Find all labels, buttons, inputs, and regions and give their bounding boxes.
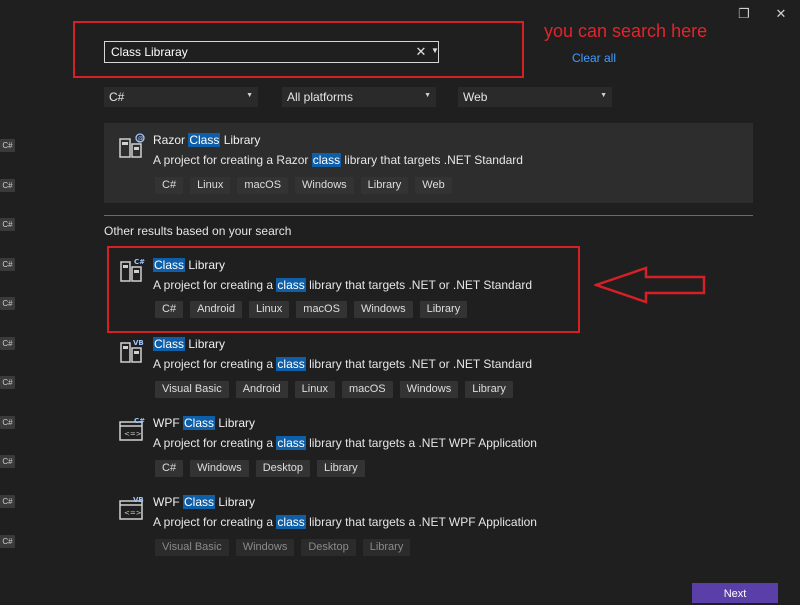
language-tag: C# xyxy=(0,337,15,350)
wpf-library-csharp-icon: <=> C# xyxy=(118,416,146,444)
search-input[interactable] xyxy=(111,44,411,60)
template-description: A project for creating a class library t… xyxy=(153,436,537,450)
svg-text:VB: VB xyxy=(133,339,144,347)
close-icon[interactable]: ✕ xyxy=(773,6,789,22)
restore-icon[interactable]: ❐ xyxy=(736,6,752,22)
tag: Windows xyxy=(399,381,459,398)
language-tag: C# xyxy=(0,455,15,468)
tag: Linux xyxy=(294,381,335,398)
platform-filter[interactable]: All platforms ▼ xyxy=(282,87,436,107)
class-library-vb-icon: VB xyxy=(118,337,146,365)
language-tag: C# xyxy=(0,258,15,271)
template-title: WPF Class Library xyxy=(153,495,256,509)
template-tags: Visual Basic Android Linux macOS Windows Libr… xyxy=(155,381,520,399)
template-description: A project for creating a class library t… xyxy=(153,357,533,371)
razor-library-icon: @ xyxy=(118,133,146,161)
language-tag: C# xyxy=(0,179,15,192)
svg-text:<=>: <=> xyxy=(124,509,142,517)
class-library-highlight-box xyxy=(107,246,580,333)
tag: Library xyxy=(317,460,365,477)
section-divider xyxy=(104,215,753,216)
annotation-search-hint: you can search here xyxy=(544,21,708,41)
tag: macOS xyxy=(341,381,393,398)
language-tag: C# xyxy=(0,297,15,310)
clear-search-icon[interactable]: ✕ xyxy=(414,45,428,59)
tag: Android xyxy=(235,381,288,398)
language-filter[interactable]: C# ▼ xyxy=(104,87,258,107)
tag: Desktop xyxy=(255,460,311,477)
template-wpf-class-library-csharp[interactable]: <=> C# WPF Class Library A project for c… xyxy=(104,412,753,482)
template-title: Razor Class Library xyxy=(153,133,261,147)
svg-text:C#: C# xyxy=(134,417,145,425)
language-tag: C# xyxy=(0,495,15,508)
svg-text:VB: VB xyxy=(133,496,144,504)
tag: Visual Basic xyxy=(155,539,229,556)
chevron-down-icon: ▼ xyxy=(246,92,253,99)
template-title: Class Library xyxy=(153,337,226,351)
chevron-down-icon: ▼ xyxy=(600,92,607,99)
template-razor-class-library[interactable]: @ Razor Class Library A project for crea… xyxy=(104,123,753,203)
wpf-library-vb-icon: <=> VB xyxy=(118,495,146,523)
tag: Visual Basic xyxy=(155,381,229,398)
svg-text:@: @ xyxy=(138,135,144,142)
template-tags: Visual Basic Windows Desktop Library xyxy=(155,539,417,557)
search-field[interactable]: ✕ ▼ xyxy=(104,41,439,63)
template-wpf-class-library-vb[interactable]: <=> VB WPF Class Library A project for c… xyxy=(104,491,753,561)
template-title: WPF Class Library xyxy=(153,416,256,430)
clear-all-link[interactable]: Clear all xyxy=(572,51,616,65)
tag: Library xyxy=(362,539,411,556)
tag: macOS xyxy=(237,177,289,194)
template-tags: C# Windows Desktop Library xyxy=(155,460,372,478)
tag: Windows xyxy=(190,460,249,477)
language-tag: C# xyxy=(0,376,15,389)
platform-filter-value: All platforms xyxy=(287,90,354,104)
tag: Library xyxy=(465,381,513,398)
tag: Desktop xyxy=(301,539,356,556)
language-tag: C# xyxy=(0,139,15,152)
tag: C# xyxy=(155,177,184,194)
language-tag: C# xyxy=(0,218,15,231)
tag: Windows xyxy=(235,539,295,556)
chevron-down-icon[interactable]: ▼ xyxy=(431,46,439,55)
project-type-filter[interactable]: Web ▼ xyxy=(458,87,612,107)
tag: Linux xyxy=(190,177,231,194)
language-tag: C# xyxy=(0,416,15,429)
template-class-library-vb[interactable]: VB Class Library A project for creating … xyxy=(104,333,753,403)
red-arrow xyxy=(594,266,708,304)
template-description: A project for creating a class library t… xyxy=(153,515,537,529)
svg-text:<=>: <=> xyxy=(124,430,142,438)
language-filter-value: C# xyxy=(109,90,125,104)
chevron-down-icon: ▼ xyxy=(424,92,431,99)
template-description: A project for creating a Razor class lib… xyxy=(153,153,523,167)
section-label: Other results based on your search xyxy=(104,224,292,238)
project-type-filter-value: Web xyxy=(463,90,488,104)
tag: C# xyxy=(155,460,184,477)
next-button[interactable]: Next xyxy=(692,583,778,603)
language-tag: C# xyxy=(0,535,15,548)
tag: Web xyxy=(415,177,452,194)
tag: Windows xyxy=(295,177,354,194)
template-tags: C# Linux macOS Windows Library Web xyxy=(155,177,459,195)
tag: Library xyxy=(360,177,409,194)
